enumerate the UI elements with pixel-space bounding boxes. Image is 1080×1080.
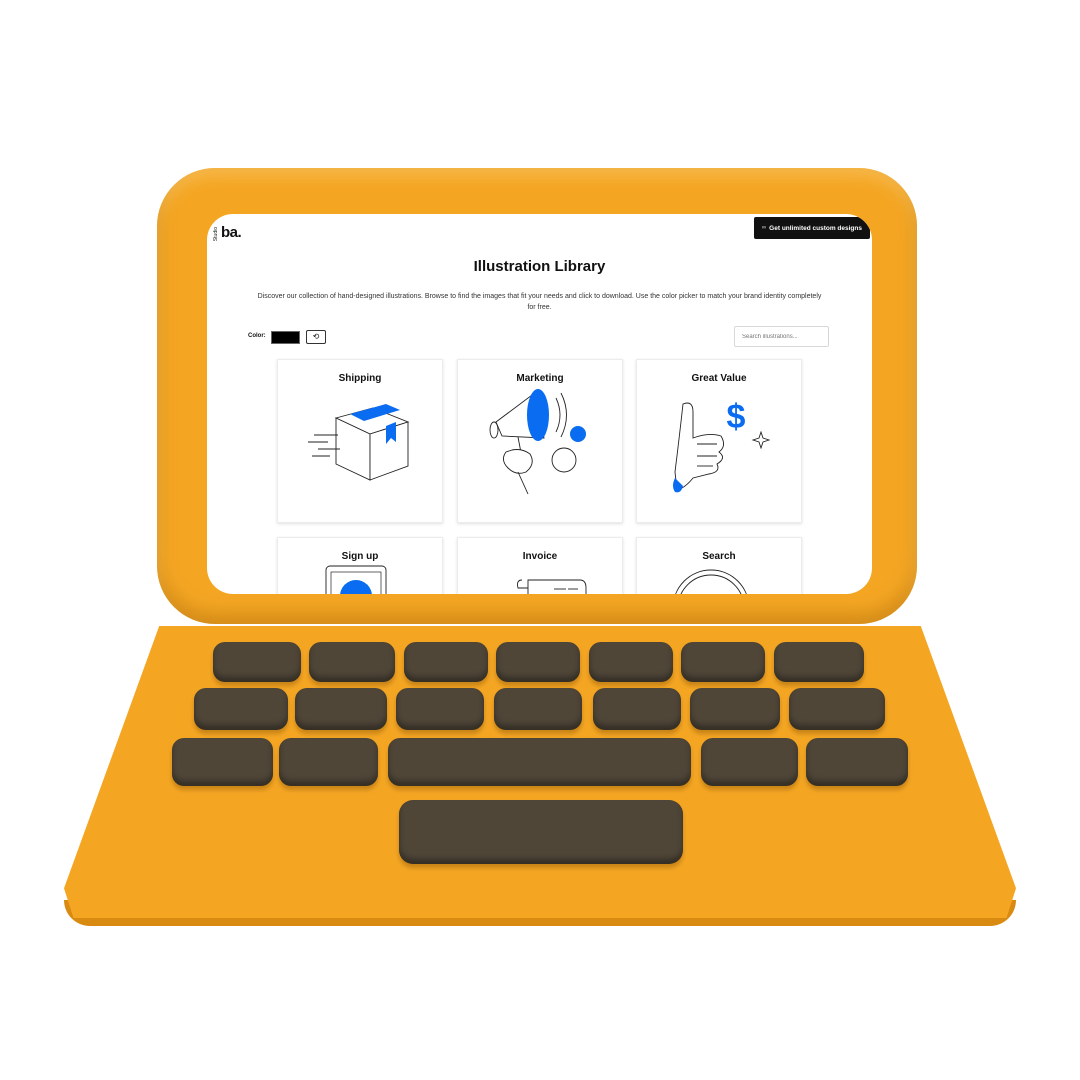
- illustration-card-invoice[interactable]: Invoice: [457, 537, 623, 594]
- key: [806, 738, 908, 786]
- infinity-icon: ∞: [761, 225, 767, 231]
- key: [701, 738, 798, 786]
- refresh-icon: ⟲: [312, 332, 320, 341]
- brand-logo[interactable]: Studio ba.: [213, 224, 242, 241]
- key: [295, 688, 387, 730]
- color-label: Color:: [248, 333, 266, 339]
- magnifier-icon: [675, 569, 747, 594]
- page-title: Illustration Library: [473, 258, 606, 275]
- dollar-sign: $: [727, 398, 746, 436]
- key: [194, 688, 288, 730]
- illustration-card-marketing[interactable]: Marketing: [457, 359, 623, 523]
- key: [690, 688, 780, 730]
- signup-form-icon: [325, 565, 387, 594]
- box-icon: [308, 404, 410, 481]
- key: [589, 642, 673, 682]
- invoice-icon: [517, 579, 587, 594]
- accent-dot: [570, 426, 586, 442]
- search-input[interactable]: [734, 326, 829, 347]
- cta-label: Get unlimited custom designs: [769, 224, 862, 232]
- key: [388, 738, 691, 786]
- key: [774, 642, 864, 682]
- illustration-card-shipping[interactable]: Shipping: [277, 359, 443, 523]
- megaphone-bell: [527, 389, 549, 441]
- key: [396, 688, 484, 730]
- key: [172, 738, 273, 786]
- key: [309, 642, 395, 682]
- custom-designs-button[interactable]: ∞ Get unlimited custom designs: [753, 217, 870, 239]
- megaphone-icon: [489, 389, 586, 495]
- logo-side-text: Studio: [213, 226, 219, 241]
- key: [681, 642, 765, 682]
- key: [789, 688, 885, 730]
- color-picker[interactable]: [271, 331, 300, 344]
- illustration-card-sign-up[interactable]: Sign up: [277, 537, 443, 594]
- illustration-card-search[interactable]: Search: [636, 537, 802, 594]
- illustration-card-great-value[interactable]: Great Value $: [636, 359, 802, 523]
- key: [213, 642, 301, 682]
- laptop-screen: Studio ba. ∞ Get unlimited custom design…: [207, 214, 872, 594]
- key: [496, 642, 580, 682]
- key: [279, 738, 378, 786]
- page-description: Discover our collection of hand-designed…: [257, 293, 822, 311]
- key: [404, 642, 488, 682]
- key: [593, 688, 681, 730]
- key: [494, 688, 582, 730]
- dollar-thumbs-up-icon: $: [673, 398, 771, 493]
- trackpad: [399, 800, 683, 864]
- reset-color-button[interactable]: ⟲: [306, 330, 326, 344]
- logo-text: ba.: [221, 224, 242, 241]
